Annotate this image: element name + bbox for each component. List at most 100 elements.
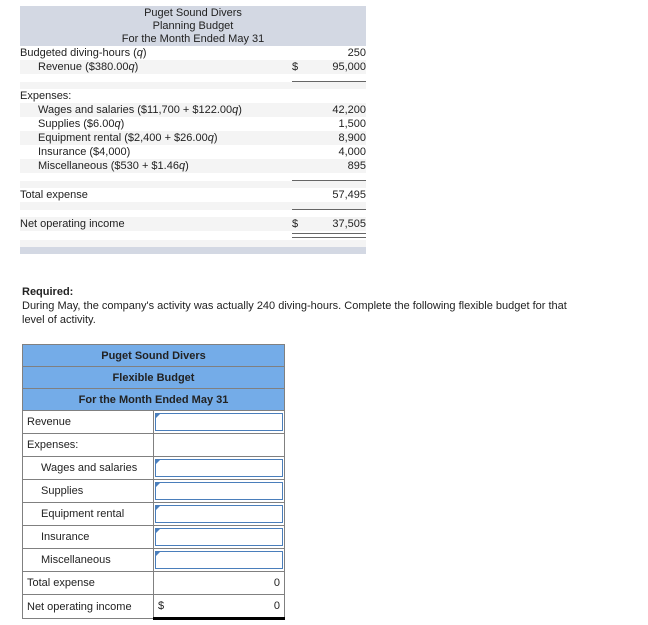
computed-cell-total-expense: 0	[153, 571, 285, 595]
entry-marker-icon	[156, 529, 160, 533]
row-symbol	[292, 131, 308, 145]
row-label-insurance: Insurance ($4,000)	[20, 145, 292, 159]
spacer-cell	[308, 240, 366, 247]
double-underline-line-1	[292, 233, 366, 234]
input-cell-equipment-rental[interactable]	[153, 502, 285, 526]
row-label-expenses: Expenses:	[20, 89, 292, 103]
planning-budget-period: For the Month Ended May 31	[121, 33, 265, 45]
flexible-budget-worksheet: Puget Sound Divers Flexible Budget For t…	[22, 344, 285, 620]
supplies-input-value	[156, 483, 282, 485]
row-symbol	[292, 145, 308, 159]
row-label-equipment-rental: Equipment rental ($2,400 + $26.00q)	[20, 131, 292, 145]
spacer-cell	[308, 81, 366, 89]
input-cell-wages-and-salaries[interactable]	[153, 456, 285, 480]
row-value-equipment-rental: 8,900	[308, 131, 366, 145]
supplies-input[interactable]	[155, 482, 283, 500]
row-symbol-revenue: $	[292, 60, 308, 74]
table-row-spacer	[20, 180, 366, 188]
flexible-budget-table: Puget Sound Divers Flexible Budget For t…	[22, 344, 285, 620]
row-label-wages-and-salaries: Wages and salaries ($11,700 + $122.00q)	[20, 103, 292, 117]
spacer-cell	[20, 180, 292, 188]
input-cell-revenue[interactable]	[153, 410, 285, 434]
planning-budget-company-name: Puget Sound Divers	[144, 7, 242, 19]
planning-budget-footer-bar	[20, 247, 366, 254]
worksheet-header-row: Flexible Budget	[22, 366, 285, 389]
insurance-input-value	[156, 529, 282, 531]
required-title: Required:	[22, 286, 74, 298]
spacer-cell	[20, 209, 292, 217]
entry-marker-icon	[156, 460, 160, 464]
entry-marker-icon	[156, 414, 160, 418]
table-row-double-rule	[20, 231, 366, 240]
table-row: Budgeted diving-hours (q) 250	[20, 46, 366, 60]
table-row: Equipment rental	[22, 502, 285, 526]
spacer-cell	[20, 231, 292, 240]
table-row: Miscellaneous	[22, 548, 285, 572]
revenue-input-value	[156, 414, 282, 416]
wages-and-salaries-input-value	[156, 460, 282, 462]
spacer-cell	[308, 180, 366, 188]
underline-cell	[292, 202, 308, 210]
worksheet-company-name: Puget Sound Divers	[22, 344, 285, 367]
table-row: Supplies ($6.00q) 1,500	[20, 117, 366, 131]
table-row-spacer	[20, 240, 366, 247]
spacer-cell	[20, 81, 292, 89]
table-row: Expenses:	[22, 433, 285, 457]
row-value-wages-and-salaries: 42,200	[308, 103, 366, 117]
total-expense-readout: 0	[154, 573, 280, 593]
row-symbol-net-operating-income: $	[292, 217, 308, 231]
table-row: Net operating income $ 0	[22, 594, 285, 620]
worksheet-header-row: For the Month Ended May 31	[22, 388, 285, 411]
table-row: Net operating income $ 37,505	[20, 217, 366, 231]
entry-marker-icon	[156, 552, 160, 556]
spacer-cell	[292, 209, 308, 217]
underline-cell	[292, 74, 308, 82]
double-underline-line-2	[292, 237, 366, 238]
row-label-supplies: Supplies	[22, 479, 154, 503]
input-cell-miscellaneous[interactable]	[153, 548, 285, 572]
revenue-input[interactable]	[155, 413, 283, 431]
underline-cell	[308, 202, 366, 210]
table-row: Equipment rental ($2,400 + $26.00q) 8,90…	[20, 131, 366, 145]
input-cell-supplies[interactable]	[153, 479, 285, 503]
spacer-cell	[292, 81, 308, 89]
spacer-cell	[20, 74, 292, 82]
planning-budget-report-name: Planning Budget	[152, 20, 234, 32]
row-label-total-expense: Total expense	[22, 571, 154, 595]
empty-cell-expenses	[153, 433, 285, 457]
input-cell-insurance[interactable]	[153, 525, 285, 549]
required-block: Required: During May, the company's acti…	[22, 285, 592, 327]
row-label-net-operating-income: Net operating income	[22, 594, 154, 619]
required-text: During May, the company's activity was a…	[22, 300, 567, 326]
equipment-rental-input-value	[156, 506, 282, 508]
spacer-cell	[292, 240, 308, 247]
wages-and-salaries-input[interactable]	[155, 459, 283, 477]
table-row: Wages and salaries ($11,700 + $122.00q) …	[20, 103, 366, 117]
miscellaneous-input[interactable]	[155, 551, 283, 569]
double-underline-cell	[292, 231, 366, 240]
row-label-total-expense: Total expense	[20, 188, 292, 202]
insurance-input[interactable]	[155, 528, 283, 546]
double-underline	[292, 231, 366, 240]
row-symbol	[292, 188, 308, 202]
entry-marker-icon	[156, 506, 160, 510]
table-row-spacer	[20, 74, 366, 82]
table-row-spacer	[20, 81, 366, 89]
computed-cell-net-operating-income: $ 0	[153, 594, 285, 620]
table-row: Expenses:	[20, 89, 366, 103]
net-operating-income-symbol: $	[158, 600, 165, 612]
row-symbol	[292, 46, 308, 60]
row-value-total-expense: 57,495	[308, 188, 366, 202]
row-label-supplies: Supplies ($6.00q)	[20, 117, 292, 131]
row-value-insurance: 4,000	[308, 145, 366, 159]
row-symbol	[292, 103, 308, 117]
table-row: Total expense 0	[22, 571, 285, 595]
equipment-rental-input[interactable]	[155, 505, 283, 523]
worksheet-header-row: Puget Sound Divers	[22, 344, 285, 367]
table-row-spacer	[20, 173, 366, 181]
row-value-net-operating-income: 37,505	[308, 217, 366, 231]
spacer-cell	[20, 202, 292, 210]
row-label-revenue: Revenue ($380.00q)	[20, 60, 292, 74]
row-label-miscellaneous: Miscellaneous ($530 + $1.46q)	[20, 159, 292, 173]
table-row: Revenue	[22, 410, 285, 434]
